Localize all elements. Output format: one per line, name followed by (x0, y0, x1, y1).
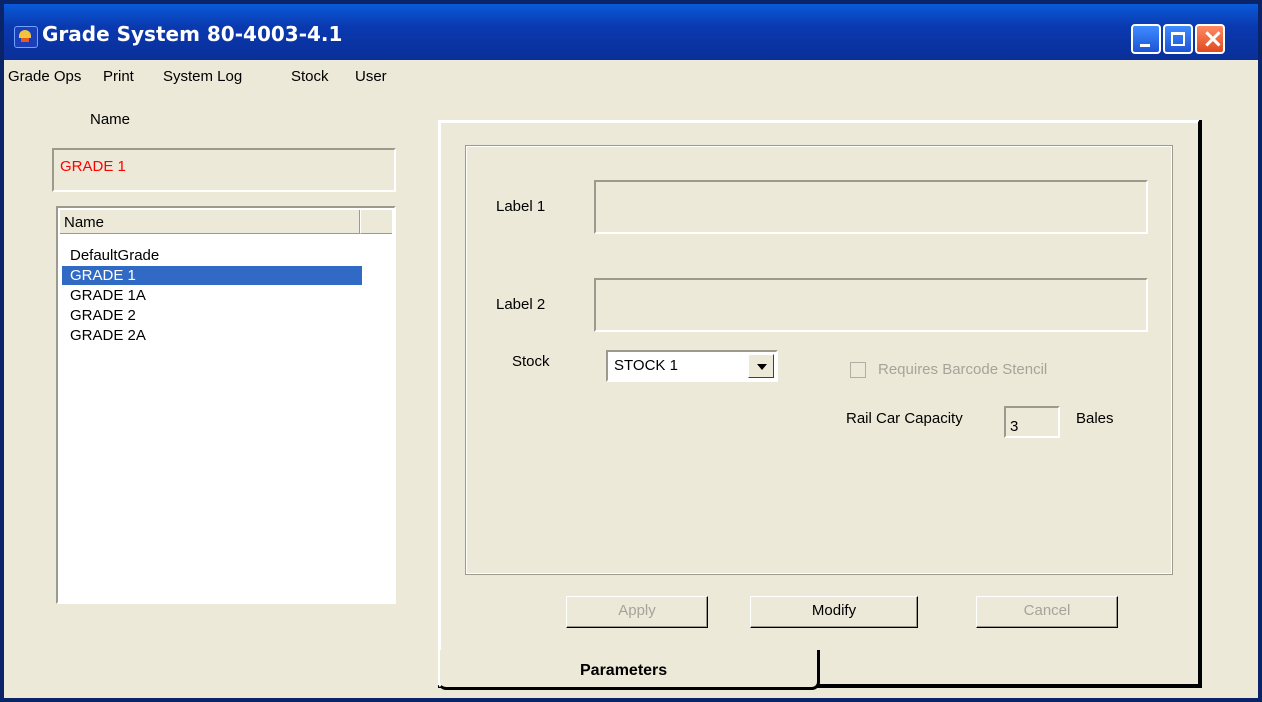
capacity-label: Rail Car Capacity (846, 410, 963, 427)
name-field-value: GRADE 1 (60, 158, 126, 175)
list-column-header-extra[interactable] (360, 210, 392, 234)
tab-parameters[interactable]: Parameters (438, 650, 820, 690)
name-field[interactable]: GRADE 1 (52, 148, 396, 192)
window-title: Grade System 80-4003-4.1 (42, 22, 343, 46)
list-item-selected[interactable]: GRADE 1 (62, 266, 362, 285)
chevron-down-icon[interactable] (748, 354, 774, 378)
app-icon (14, 26, 38, 48)
stock-select[interactable]: STOCK 1 (606, 350, 778, 382)
list-column-header-label: Name (64, 214, 105, 231)
modify-button[interactable]: Modify (750, 596, 918, 628)
stock-select-value: STOCK 1 (614, 357, 678, 374)
close-button[interactable]: × (1195, 24, 1225, 54)
label1-field[interactable] (594, 180, 1148, 234)
menu-grade-ops[interactable]: Grade Ops (8, 68, 81, 85)
menu-user[interactable]: User (355, 68, 387, 85)
maximize-icon (1171, 32, 1185, 46)
list-item[interactable]: GRADE 2A (62, 326, 362, 345)
label2-label: Label 2 (496, 296, 546, 313)
close-icon: × (1202, 24, 1224, 54)
list-item[interactable]: GRADE 1A (62, 286, 362, 305)
list-column-header[interactable]: Name (60, 210, 360, 234)
minimize-icon (1140, 44, 1150, 47)
menu-print[interactable]: Print (103, 68, 134, 85)
capacity-value: 3 (1010, 418, 1019, 435)
menu-stock[interactable]: Stock (291, 68, 329, 85)
menu-bar: Grade Ops Print System Log Stock User (4, 60, 1258, 94)
stock-label: Stock (512, 353, 550, 370)
menu-system-log[interactable]: System Log (163, 68, 242, 85)
cancel-button[interactable]: Cancel (976, 596, 1118, 628)
minimize-button[interactable] (1131, 24, 1161, 54)
label1-label: Label 1 (496, 198, 546, 215)
apply-button[interactable]: Apply (566, 596, 708, 628)
list-item[interactable]: DefaultGrade (62, 246, 362, 265)
list-item[interactable]: GRADE 2 (62, 306, 362, 325)
title-bar[interactable]: Grade System 80-4003-4.1 × (4, 4, 1258, 60)
tab-parameters-label: Parameters (580, 662, 668, 679)
barcode-stencil-label: Requires Barcode Stencil (878, 361, 1048, 378)
capacity-field[interactable]: 3 (1004, 406, 1060, 438)
name-label: Name (90, 111, 131, 128)
grade-list[interactable]: Name DefaultGrade GRADE 1 GRADE 1A GRADE… (56, 206, 396, 604)
capacity-unit: Bales (1076, 410, 1114, 427)
barcode-stencil-checkbox[interactable] (850, 362, 866, 378)
maximize-button[interactable] (1163, 24, 1193, 54)
label2-field[interactable] (594, 278, 1148, 332)
